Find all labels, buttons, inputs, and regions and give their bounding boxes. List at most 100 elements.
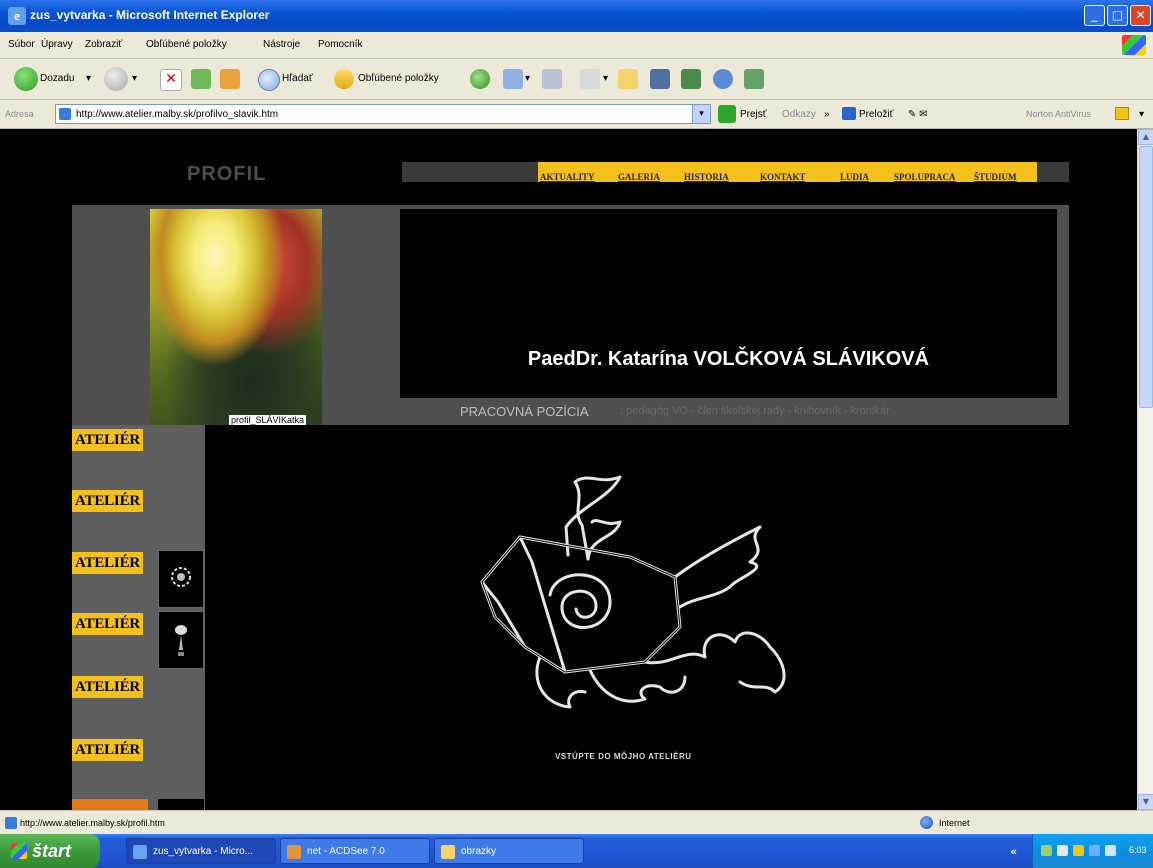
links-label[interactable]: Odkazy [782, 109, 816, 120]
go-arrow-icon[interactable] [718, 105, 736, 123]
research-icon[interactable] [650, 69, 670, 89]
home-icon[interactable] [220, 69, 240, 89]
norton-icon[interactable] [1115, 107, 1129, 120]
taskbar-item-label: net - ACDSee 7.0 [307, 846, 385, 857]
system-tray: 6:03 [1032, 834, 1153, 868]
search-label[interactable]: Hľadať [282, 73, 313, 84]
mail-dropdown-icon[interactable]: ▾ [525, 73, 530, 84]
links-chevron-icon[interactable]: » [824, 109, 830, 120]
norton-label[interactable]: Norton AntiVirus [1026, 109, 1091, 119]
menu-bar: Súbor Úpravy Zobraziť Obľúbené položky N… [0, 32, 1153, 59]
mail-icon[interactable] [503, 69, 523, 89]
nav-historia[interactable]: HISTORIA [684, 172, 729, 182]
taskbar-item-folder[interactable]: obrazky [434, 838, 584, 864]
translate-button[interactable]: Preložiť [859, 109, 893, 120]
start-label: štart [32, 841, 72, 861]
history-icon[interactable] [470, 69, 490, 89]
page-icon [5, 817, 17, 829]
photo-caption: profil_SLÁVIKatka [229, 415, 307, 425]
translate-tools-icon[interactable]: ✎ ✉ [908, 109, 928, 120]
artwork-thumbnail-1[interactable] [158, 550, 204, 608]
menu-nastroje[interactable]: Nástroje [263, 39, 300, 50]
profil-heading: PROFIL [187, 163, 267, 185]
search-icon[interactable] [258, 69, 280, 91]
favorites-star-icon[interactable] [334, 69, 354, 89]
tray-messenger-icon[interactable] [1105, 845, 1116, 856]
menu-zobrazit[interactable]: Zobraziť [85, 39, 122, 50]
atelier-link-5[interactable]: ATELIÉR [72, 676, 144, 698]
atelier-link-6[interactable]: ATELIÉR [72, 739, 144, 761]
folder-icon[interactable] [618, 69, 638, 89]
nav-ludia[interactable]: LUDIA [840, 172, 869, 182]
tray-norton-icon[interactable] [1073, 845, 1084, 856]
status-bar: http://www.atelier.malby.sk/profil.htm I… [0, 810, 1153, 835]
status-url: http://www.atelier.malby.sk/profil.htm [20, 818, 165, 828]
atelier-link-2[interactable]: ATELIÉR [72, 490, 144, 512]
norton-dropdown-icon[interactable]: ▾ [1139, 109, 1144, 120]
minimize-button[interactable]: _ [1084, 5, 1105, 26]
windows-logo-icon [1122, 35, 1146, 55]
internet-zone-icon [920, 816, 933, 829]
nav-aktuality[interactable]: AKTUALITY [540, 172, 595, 182]
edit-icon[interactable] [580, 69, 600, 89]
nav-studium[interactable]: ŠTUDIUM [974, 172, 1017, 182]
vertical-scrollbar[interactable]: ▲ ▼ [1137, 129, 1153, 810]
translate-icon[interactable] [842, 107, 856, 120]
orange-tile[interactable] [72, 799, 148, 810]
close-button[interactable]: ✕ [1130, 5, 1151, 26]
address-dropdown-icon[interactable]: ▾ [692, 105, 710, 123]
black-tile[interactable] [158, 799, 204, 810]
tray-network-icon[interactable] [1041, 845, 1052, 856]
page-content: PROFIL AKTUALITY GALERIA HISTORIA KONTAK… [0, 129, 1137, 810]
forward-dropdown-icon[interactable]: ▾ [132, 73, 137, 84]
ie-icon [133, 845, 147, 859]
go-button[interactable]: Prejsť [740, 109, 767, 120]
taskbar-item-ie[interactable]: zus_vytvarka - Micro... [126, 838, 276, 864]
nav-spolupraca[interactable]: SPOLUPRACA [894, 172, 956, 182]
back-label[interactable]: Dozadu [40, 73, 74, 84]
atelier-link-3[interactable]: ATELIÉR [72, 552, 144, 574]
nav-galeria[interactable]: GALERIA [618, 172, 660, 182]
window-titlebar[interactable]: e zus_vytvarka - Microsoft Internet Expl… [0, 0, 1153, 32]
start-button[interactable]: štart [0, 834, 100, 868]
taskbar-item-acdsee[interactable]: net - ACDSee 7.0 [280, 838, 430, 864]
address-url[interactable]: http://www.atelier.malby.sk/profilvo_sla… [76, 109, 278, 120]
maximize-button[interactable]: □ [1107, 5, 1128, 26]
menu-oblubene[interactable]: Obľúbené položky [146, 39, 227, 50]
print-icon[interactable] [542, 69, 562, 89]
nav-kontakt[interactable]: KONTAKT [760, 172, 805, 182]
clock[interactable]: 6:03 [1129, 845, 1147, 855]
artwork-thumbnail-2[interactable] [158, 611, 204, 669]
back-arrow-icon[interactable] [14, 67, 38, 91]
scroll-thumb[interactable] [1139, 146, 1153, 408]
edit-dropdown-icon[interactable]: ▾ [603, 73, 608, 84]
tray-expand-icon[interactable]: « [1010, 845, 1017, 858]
back-dropdown-icon[interactable]: ▾ [86, 73, 91, 84]
menu-upravy[interactable]: Úpravy [41, 39, 73, 50]
tray-app-icon[interactable] [1089, 845, 1100, 856]
messenger-icon[interactable] [681, 69, 701, 89]
stop-icon[interactable]: ✕ [160, 69, 182, 91]
globe-icon[interactable] [713, 69, 733, 89]
scroll-down-icon[interactable]: ▼ [1138, 794, 1153, 810]
atelier-link-1[interactable]: ATELIÉR [72, 429, 144, 451]
acdsee-icon [287, 845, 301, 859]
menu-subor[interactable]: Súbor [8, 39, 35, 50]
address-label: Adresa [5, 109, 34, 119]
favorites-label[interactable]: Obľúbené položky [358, 73, 439, 84]
refresh-icon[interactable] [191, 69, 211, 89]
tray-volume-icon[interactable] [1057, 845, 1068, 856]
forward-arrow-icon[interactable] [104, 67, 128, 91]
position-value: : pedagóg VO - člen školskej rady - knih… [620, 405, 890, 417]
address-bar: Adresa http://www.atelier.malby.sk/profi… [0, 100, 1153, 129]
atelier-link-4[interactable]: ATELIÉR [72, 613, 144, 635]
scroll-up-icon[interactable]: ▲ [1138, 129, 1153, 145]
folder-icon [441, 845, 455, 859]
atelier-drawing[interactable] [470, 467, 830, 732]
enter-atelier-link[interactable]: VSTÚPTE DO MÔJHO ATELIÉRU [555, 752, 692, 761]
position-label: PRACOVNÁ POZÍCIA [460, 404, 589, 419]
address-input[interactable]: http://www.atelier.malby.sk/profilvo_sla… [55, 104, 711, 124]
menu-pomocnik[interactable]: Pomocník [318, 39, 362, 50]
users-icon[interactable] [744, 69, 764, 89]
person-name: PaedDr. Katarína VOLČKOVÁ SLÁVIKOVÁ [527, 348, 930, 370]
